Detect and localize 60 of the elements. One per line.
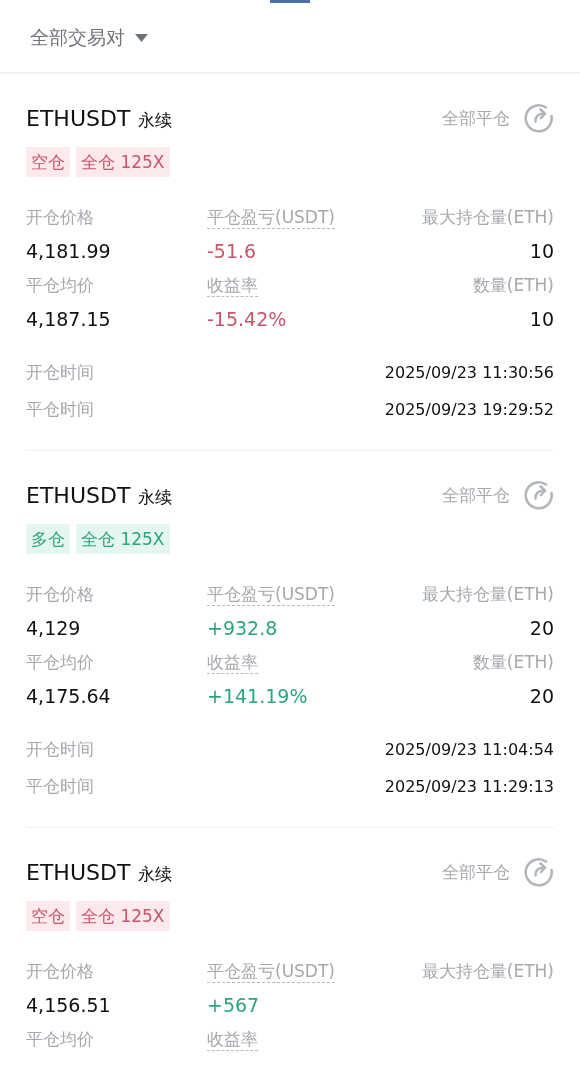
stat-label: 平仓盈亏(USDT) — [207, 582, 335, 606]
stat-value: 4,181.99 — [26, 240, 111, 262]
time-label: 平仓时间 — [26, 775, 94, 798]
time-value: 2025/09/23 11:29:13 — [384, 777, 554, 796]
stat-label: 开仓价格 — [26, 959, 94, 983]
close-all-button[interactable]: 全部平仓 — [442, 483, 510, 507]
stat-value: 4,187.15 — [26, 308, 111, 330]
stat-label: 开仓价格 — [26, 582, 94, 606]
contract-type: 永续 — [138, 862, 173, 886]
contract-type: 永续 — [138, 108, 173, 132]
pair-filter-dropdown[interactable]: 全部交易对 — [30, 24, 148, 51]
stat-value: +567 — [207, 994, 260, 1016]
stat-value: 20 — [529, 617, 554, 639]
refresh-icon[interactable] — [524, 480, 554, 510]
stat-value: -15.42% — [207, 308, 287, 330]
side-tag: 空仓 — [26, 901, 70, 931]
close-all-button[interactable]: 全部平仓 — [442, 860, 510, 884]
margin-tag: 全仓 125X — [76, 147, 170, 177]
stat-value: +932.8 — [207, 617, 278, 639]
stat-label: 开仓价格 — [26, 205, 94, 229]
stat-value: 4,175.64 — [26, 685, 111, 707]
symbol-name: ETHUSDT — [26, 105, 131, 131]
caret-icon — [135, 33, 148, 42]
time-value: 2025/09/23 11:30:56 — [384, 363, 554, 382]
contract-type: 永续 — [138, 485, 173, 509]
time-value: 2025/09/23 19:29:52 — [384, 400, 554, 419]
stat-label: 收益率 — [207, 1027, 258, 1051]
stat-label: 平仓均价 — [26, 273, 94, 297]
time-label: 开仓时间 — [26, 738, 94, 761]
stat-label: 平仓均价 — [26, 1027, 94, 1051]
tab-indicator — [270, 0, 310, 3]
refresh-icon[interactable] — [524, 103, 554, 133]
stat-label: 数量(ETH) — [472, 650, 554, 674]
margin-tag: 全仓 125X — [76, 524, 170, 554]
stat-label: 数量(ETH) — [472, 273, 554, 297]
symbol-name: ETHUSDT — [26, 482, 131, 508]
time-value: 2025/09/23 11:04:54 — [384, 740, 554, 759]
refresh-icon[interactable] — [524, 857, 554, 887]
stat-label: 平仓盈亏(USDT) — [207, 205, 335, 229]
close-all-button[interactable]: 全部平仓 — [442, 106, 510, 130]
stat-value: 10 — [529, 240, 554, 262]
stat-value: 10 — [529, 308, 554, 330]
side-tag: 多仓 — [26, 524, 70, 554]
stat-value: 20 — [529, 685, 554, 707]
stat-label: 平仓盈亏(USDT) — [207, 959, 335, 983]
stat-label: 平仓均价 — [26, 650, 94, 674]
stat-value: +141.19% — [207, 685, 308, 707]
margin-tag: 全仓 125X — [76, 901, 170, 931]
stat-label: 收益率 — [207, 273, 258, 297]
stat-value: -51.6 — [207, 240, 257, 262]
stat-label: 最大持仓量(ETH) — [421, 205, 554, 229]
stat-label: 收益率 — [207, 650, 258, 674]
time-label: 开仓时间 — [26, 361, 94, 384]
side-tag: 空仓 — [26, 147, 70, 177]
symbol-name: ETHUSDT — [26, 859, 131, 885]
stat-value: 4,156.51 — [26, 994, 111, 1016]
stat-label: 最大持仓量(ETH) — [421, 582, 554, 606]
stat-value: 4,129 — [26, 617, 81, 639]
stat-label: 最大持仓量(ETH) — [421, 959, 554, 983]
time-label: 平仓时间 — [26, 398, 94, 421]
